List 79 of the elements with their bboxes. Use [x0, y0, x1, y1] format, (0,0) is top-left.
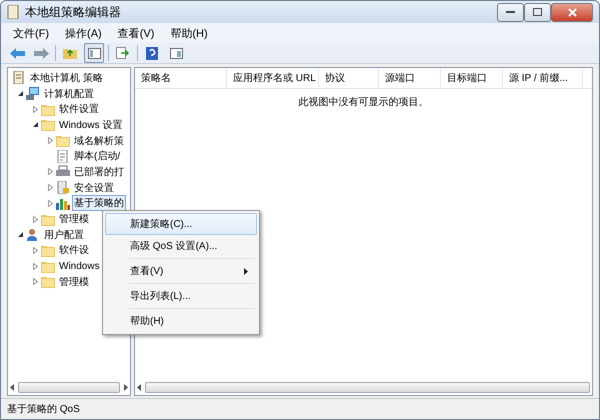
- export-icon: [116, 47, 130, 59]
- tree-item[interactable]: 本地计算机 策略: [28, 70, 105, 86]
- tree-item[interactable]: 用户配置: [42, 226, 86, 243]
- menu-item[interactable]: 操作(A): [59, 24, 108, 42]
- empty-message: 此视图中没有可显示的项目。: [298, 97, 428, 108]
- tree-item[interactable]: Windows 设置: [57, 116, 124, 133]
- minimize-button[interactable]: [497, 2, 524, 22]
- collapse-arrow-icon[interactable]: [17, 90, 24, 98]
- computer-icon: [26, 87, 40, 100]
- column-header[interactable]: 源 IP / 前缀...: [503, 68, 583, 88]
- scrollbar-thumb[interactable]: [18, 382, 120, 392]
- collapse-arrow-icon[interactable]: [32, 121, 39, 128]
- context-menu-item[interactable]: 帮助(H): [105, 310, 257, 332]
- menu-item[interactable]: 帮助(H): [164, 24, 214, 42]
- forward-arrow-icon: [34, 48, 48, 58]
- document-icon: [12, 71, 26, 84]
- tree-item[interactable]: 软件设置: [57, 101, 101, 118]
- column-header[interactable]: 目标端口: [441, 68, 503, 88]
- context-menu-item[interactable]: 高级 QoS 设置(A)...: [105, 235, 257, 257]
- folder-up-icon: [63, 47, 77, 59]
- properties-pane-icon: [170, 48, 182, 58]
- folder-icon: [41, 260, 55, 273]
- app-icon: [7, 5, 19, 19]
- security-icon: [56, 181, 70, 194]
- scroll-left-icon[interactable]: [137, 384, 142, 390]
- expand-arrow-icon[interactable]: [32, 106, 39, 113]
- expand-arrow-icon[interactable]: [32, 278, 39, 286]
- tree-item[interactable]: 管理模: [57, 211, 91, 228]
- tree-item[interactable]: 域名解析策: [72, 132, 126, 149]
- bar-chart-icon: [56, 196, 70, 210]
- script-icon: [56, 150, 70, 163]
- close-icon: [568, 8, 576, 16]
- maximize-icon: [533, 8, 542, 16]
- column-header[interactable]: 策略名: [135, 68, 227, 88]
- tree-item[interactable]: 基于策略的: [72, 195, 126, 212]
- expand-arrow-icon[interactable]: [47, 184, 54, 192]
- expand-arrow-icon[interactable]: [32, 246, 39, 254]
- tree-item[interactable]: Windows: [57, 260, 102, 273]
- context-menu-item[interactable]: 查看(V): [105, 260, 257, 282]
- show-tree-button[interactable]: [84, 43, 104, 63]
- menu-item[interactable]: 文件(F): [7, 24, 56, 42]
- expand-arrow-icon[interactable]: [32, 262, 39, 270]
- status-text: 基于策略的 QoS: [7, 402, 80, 416]
- minimize-icon: [506, 10, 515, 14]
- tree-item[interactable]: 计算机配置: [42, 86, 96, 102]
- column-header[interactable]: 协议: [319, 68, 379, 88]
- back-arrow-icon: [10, 48, 24, 58]
- folder-icon: [41, 275, 55, 288]
- collapse-arrow-icon[interactable]: [17, 231, 24, 238]
- scroll-left-icon[interactable]: [10, 384, 15, 390]
- scroll-right-icon[interactable]: [123, 384, 128, 390]
- folder-icon: [56, 134, 70, 148]
- scrollbar-thumb[interactable]: [145, 382, 590, 392]
- expand-arrow-icon[interactable]: [47, 168, 54, 176]
- tree-item[interactable]: 已部署的打: [72, 164, 126, 180]
- tree-item[interactable]: 脚本(启动/: [72, 148, 122, 164]
- expand-arrow-icon[interactable]: [32, 216, 39, 223]
- context-menu-item[interactable]: 新建策略(C)...: [105, 213, 257, 235]
- expand-arrow-icon[interactable]: [47, 137, 54, 144]
- user-icon: [26, 228, 40, 242]
- tree-item[interactable]: 安全设置: [72, 180, 116, 196]
- column-header[interactable]: 源端口: [379, 68, 441, 88]
- expand-arrow-icon[interactable]: [47, 200, 54, 207]
- submenu-arrow-icon: [244, 268, 248, 274]
- folder-icon: [41, 102, 55, 116]
- tree-item[interactable]: 软件设: [57, 242, 91, 258]
- folder-icon: [41, 118, 55, 132]
- help-icon: [146, 46, 158, 60]
- menu-item[interactable]: 查看(V): [112, 24, 160, 42]
- column-header[interactable]: 应用程序名或 URL: [227, 68, 319, 88]
- printer-icon: [56, 165, 70, 178]
- window-title: 本地组策略编辑器: [25, 4, 121, 20]
- folder-icon: [41, 244, 55, 257]
- close-button[interactable]: [551, 2, 593, 22]
- tree-pane-icon: [88, 48, 100, 58]
- tree-item[interactable]: 管理模: [57, 274, 91, 290]
- maximize-button[interactable]: [524, 2, 551, 22]
- context-menu-item[interactable]: 导出列表(L)...: [105, 285, 257, 307]
- folder-icon: [41, 212, 55, 226]
